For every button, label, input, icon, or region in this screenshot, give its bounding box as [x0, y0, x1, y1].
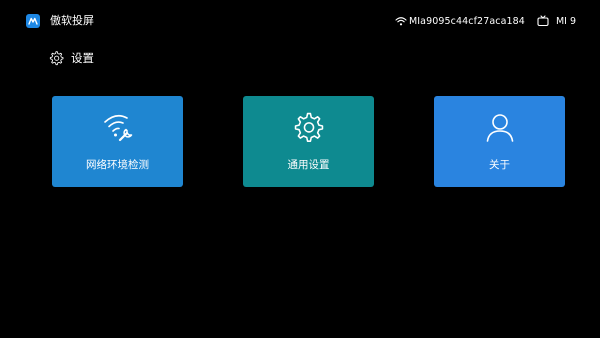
device-name: MI 9: [555, 15, 576, 27]
network-name: MIa9095c44cf27aca184: [408, 15, 525, 27]
top-bar: 傲软投屏 MIa9095c44cf27aca184 MI 9: [0, 0, 600, 44]
about-label: 关于: [489, 159, 510, 171]
user-icon: [483, 110, 517, 144]
gear-icon: [292, 110, 326, 144]
general-settings-label: 通用设置: [287, 159, 330, 171]
app-logo: [26, 14, 40, 28]
status-area: MIa9095c44cf27aca184 MI 9: [395, 13, 576, 29]
app-title: 傲软投屏: [50, 14, 94, 27]
settings-gear-icon: [48, 50, 64, 66]
network-check-label: 网络环境检测: [86, 159, 149, 171]
about-card[interactable]: 关于: [434, 96, 565, 187]
network-check-card[interactable]: 网络环境检测: [52, 96, 183, 187]
general-settings-card[interactable]: 通用设置: [243, 96, 374, 187]
breadcrumb: 设置: [48, 49, 94, 67]
page-title: 设置: [71, 51, 94, 65]
tv-icon: [537, 15, 549, 27]
wifi-wrench-icon: [101, 110, 135, 144]
wifi-icon: [395, 16, 407, 26]
